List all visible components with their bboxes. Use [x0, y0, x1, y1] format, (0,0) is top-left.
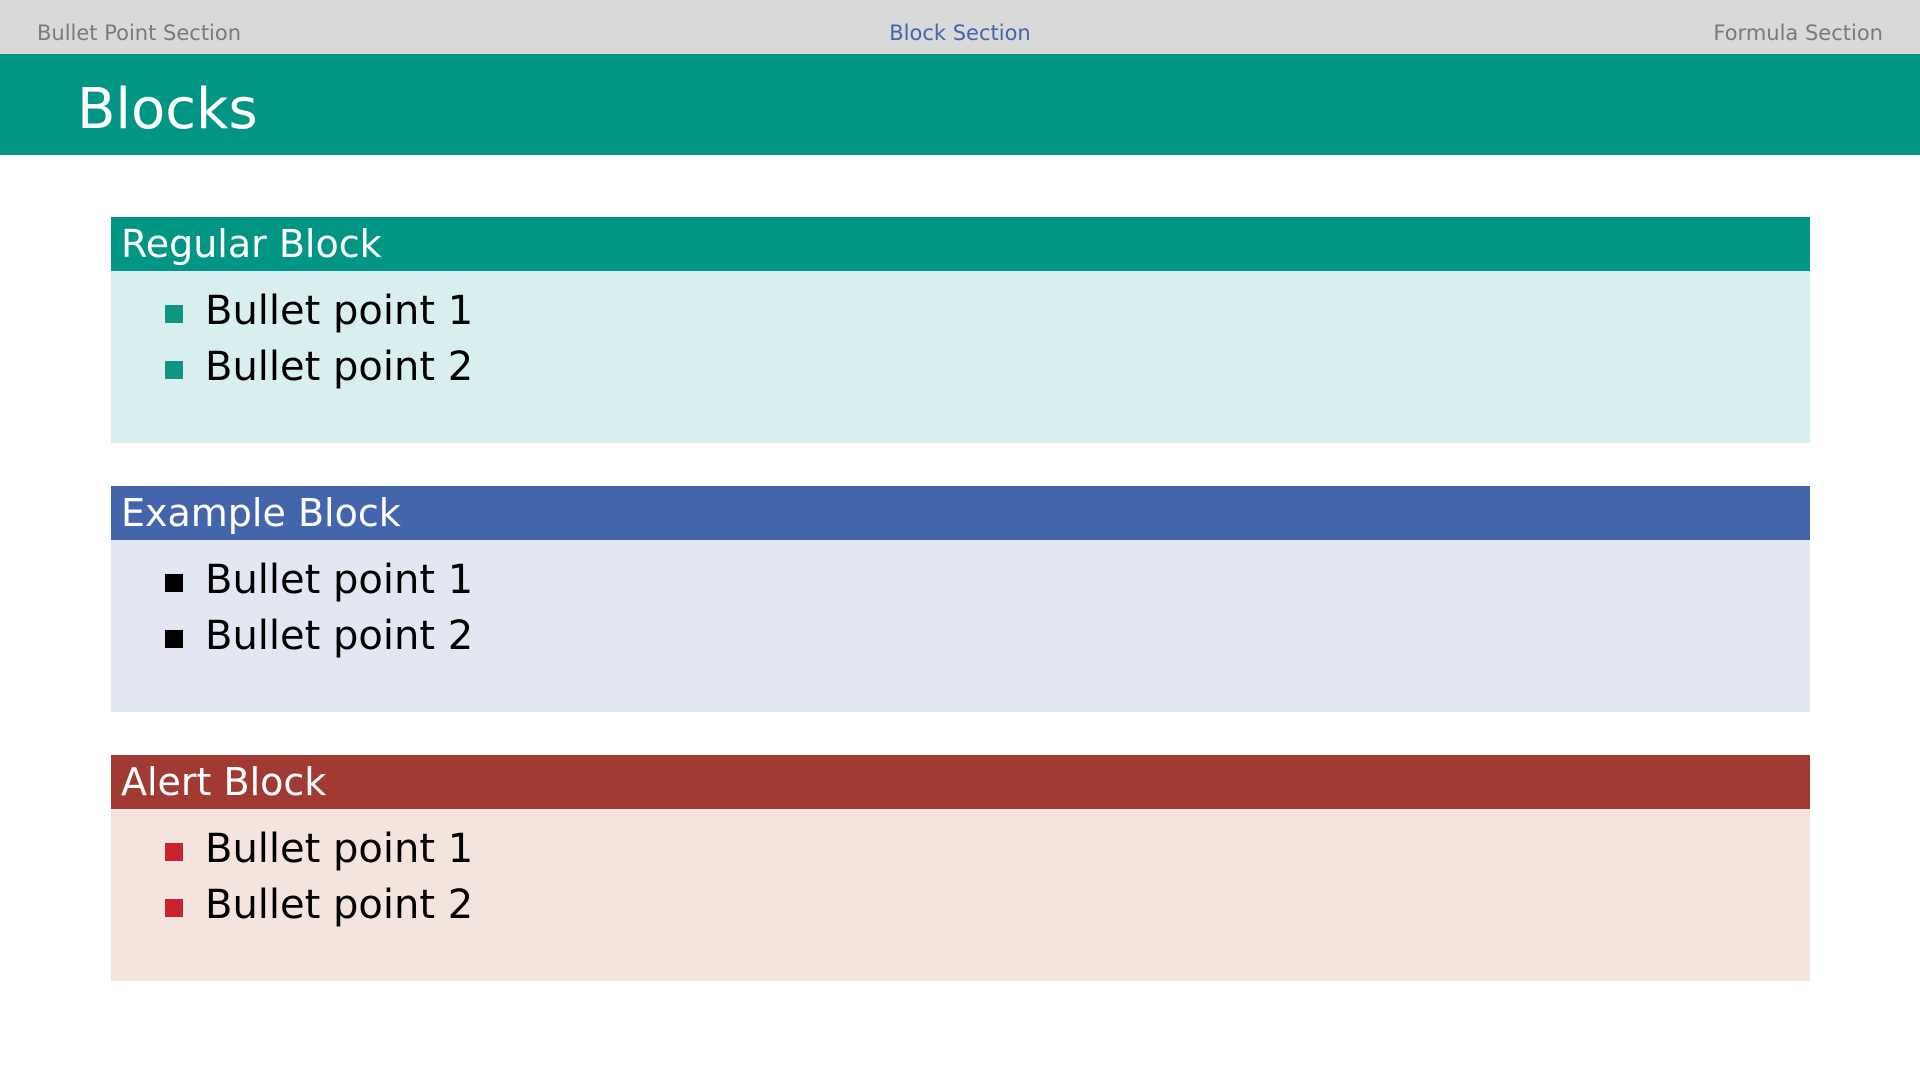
square-bullet-icon — [165, 630, 183, 648]
list-item-text: Bullet point 2 — [205, 344, 474, 390]
example-block: Example Block Bullet point 1 Bullet poin… — [111, 486, 1810, 712]
list-item: Bullet point 2 — [111, 877, 1810, 933]
square-bullet-icon — [165, 305, 183, 323]
square-bullet-icon — [165, 574, 183, 592]
bullet-list: Bullet point 1 Bullet point 2 — [111, 283, 1810, 395]
section-navigation-bar: Bullet Point Section Block Section Formu… — [0, 0, 1920, 54]
alert-block-body: Bullet point 1 Bullet point 2 — [111, 809, 1810, 981]
list-item: Bullet point 1 — [111, 283, 1810, 339]
list-item: Bullet point 1 — [111, 821, 1810, 877]
slide-title: Blocks — [77, 77, 258, 142]
alert-block: Alert Block Bullet point 1 Bullet point … — [111, 755, 1810, 981]
nav-link-formula-section[interactable]: Formula Section — [1713, 20, 1883, 46]
list-item-text: Bullet point 1 — [205, 826, 474, 872]
regular-block: Regular Block Bullet point 1 Bullet poin… — [111, 217, 1810, 443]
square-bullet-icon — [165, 843, 183, 861]
regular-block-title: Regular Block — [111, 217, 1810, 271]
regular-block-body: Bullet point 1 Bullet point 2 — [111, 271, 1810, 443]
list-item-text: Bullet point 1 — [205, 288, 474, 334]
bullet-list: Bullet point 1 Bullet point 2 — [111, 552, 1810, 664]
alert-block-title: Alert Block — [111, 755, 1810, 809]
list-item: Bullet point 1 — [111, 552, 1810, 608]
list-item: Bullet point 2 — [111, 608, 1810, 664]
nav-link-block-section[interactable]: Block Section — [889, 20, 1031, 46]
slide: Bullet Point Section Block Section Formu… — [0, 0, 1920, 1080]
list-item-text: Bullet point 2 — [205, 613, 474, 659]
nav-link-bullet-point-section[interactable]: Bullet Point Section — [37, 20, 241, 46]
list-item-text: Bullet point 1 — [205, 557, 474, 603]
title-bar: Blocks — [0, 54, 1920, 155]
list-item: Bullet point 2 — [111, 339, 1810, 395]
square-bullet-icon — [165, 899, 183, 917]
list-item-text: Bullet point 2 — [205, 882, 474, 928]
example-block-title: Example Block — [111, 486, 1810, 540]
example-block-body: Bullet point 1 Bullet point 2 — [111, 540, 1810, 712]
square-bullet-icon — [165, 361, 183, 379]
bullet-list: Bullet point 1 Bullet point 2 — [111, 821, 1810, 933]
